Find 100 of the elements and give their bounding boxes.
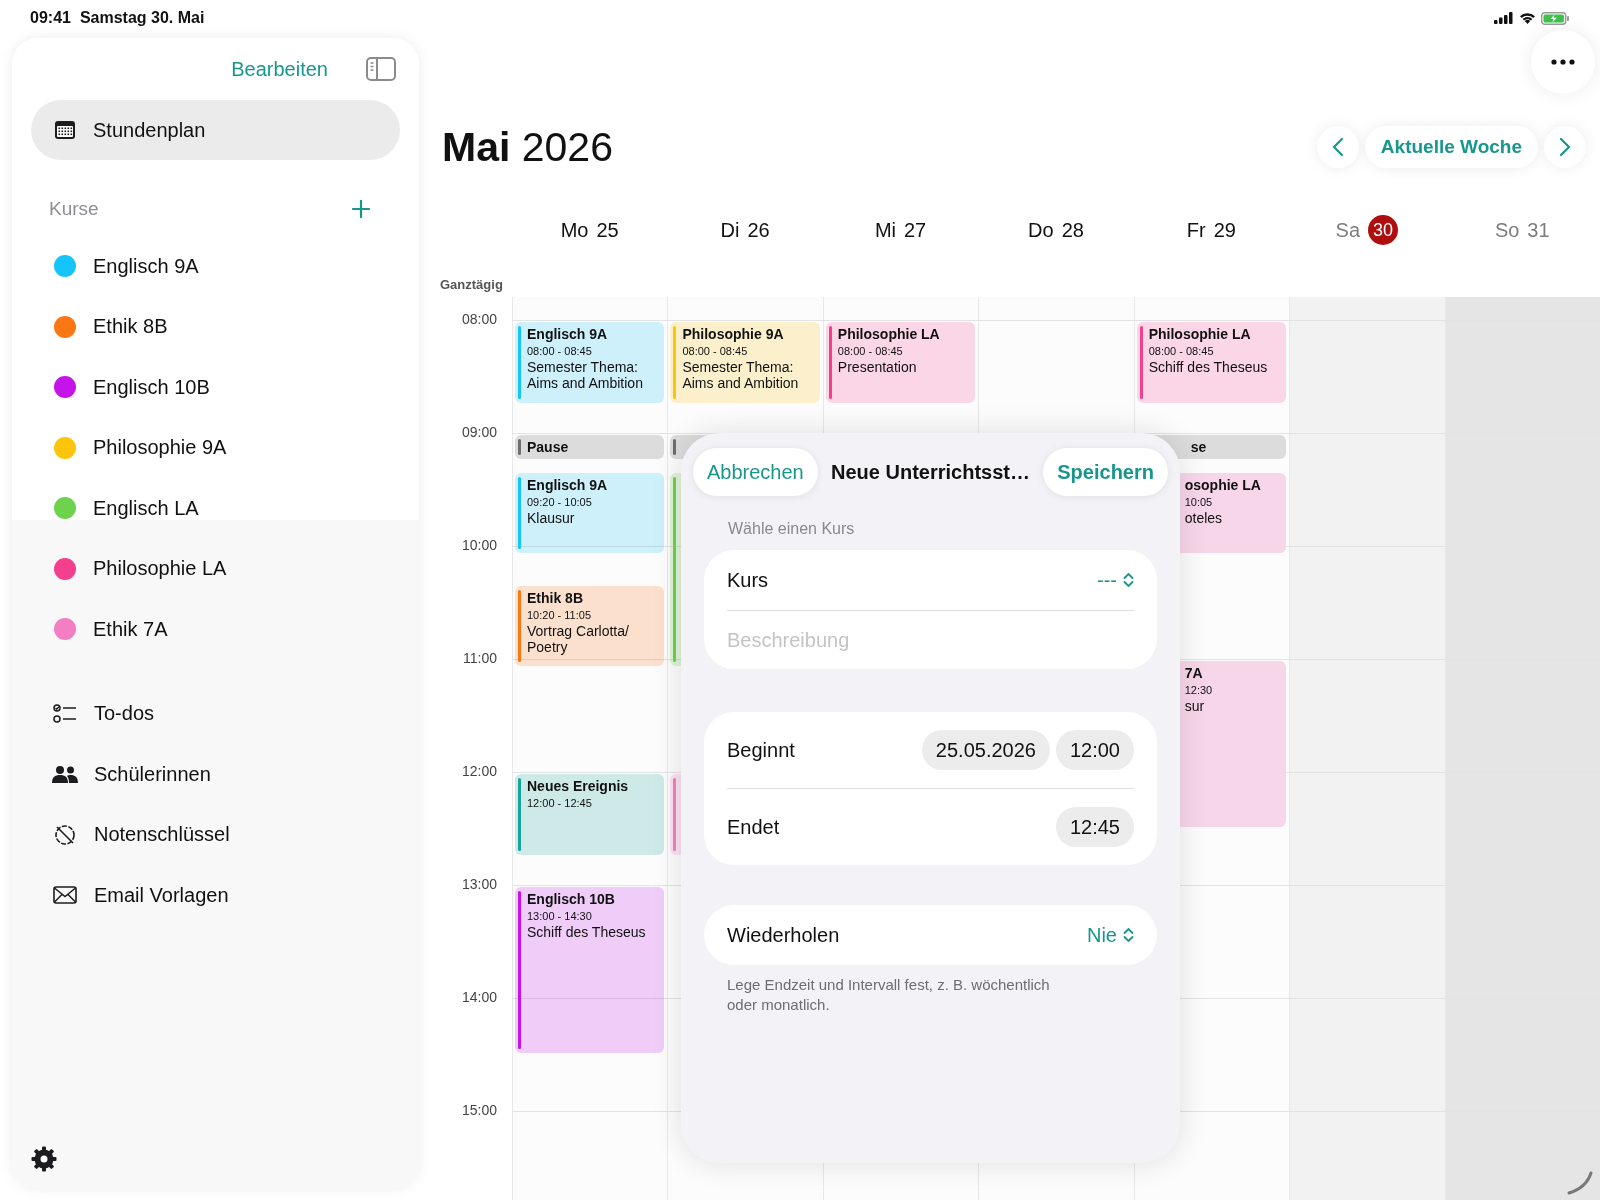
resize-handle-icon[interactable] <box>1566 1170 1594 1196</box>
time-picker[interactable]: 12:45 <box>1055 807 1134 847</box>
ellipsis-icon <box>1551 59 1575 65</box>
course-name: Philosophie LA <box>93 557 227 581</box>
all-day-label: Ganztägig <box>440 277 503 292</box>
course-item[interactable]: Philosophie 9A <box>31 417 400 478</box>
event-note: Semester Thema: Aims and Ambition <box>527 359 644 391</box>
event-time: 10:05 <box>1184 494 1214 510</box>
course-name: Englisch 9A <box>93 254 199 278</box>
hour-label: 15:00 <box>461 1102 497 1118</box>
wifi-icon <box>1519 12 1536 24</box>
event-time: 08:00 - 08:45 <box>1148 344 1215 359</box>
repeat-picker[interactable]: Nie <box>1087 923 1134 947</box>
chevron-right-icon <box>1559 137 1571 157</box>
course-item[interactable]: Englisch 10B <box>31 357 400 418</box>
course-item[interactable]: Philosophie LA <box>31 538 400 599</box>
day-header: Fr <box>1186 218 1206 242</box>
event-time: 08:00 - 08:45 <box>527 344 593 359</box>
time-picker[interactable]: 12:00 <box>1055 730 1134 770</box>
event-time: 12:00 - 12:45 <box>527 796 593 811</box>
edit-button[interactable]: Bearbeiten <box>231 57 328 81</box>
nav-item[interactable]: Schülerinnen <box>31 744 400 805</box>
event-title: osophie LA <box>1184 476 1261 494</box>
hour-label: 09:00 <box>461 424 497 440</box>
nav-item[interactable]: Email Vorlagen <box>31 865 400 926</box>
course-item[interactable]: Englisch LA <box>31 478 400 539</box>
dialog-title: Neue Unterrichtsst… <box>831 460 1030 484</box>
section-label: Wähle einen Kurs <box>728 520 856 538</box>
event-block[interactable]: Philosophie 9A 08:00 - 08:45 Semester Thema: Aims and Ambition <box>670 322 820 403</box>
event-note: Presentation <box>837 359 918 375</box>
status-date: Samstag 30. Mai <box>79 9 205 27</box>
badge-slash-icon <box>52 823 78 846</box>
day-header: Di <box>720 218 740 242</box>
event-title: Ethik 8B <box>527 589 584 607</box>
course-name: Englisch 10B <box>93 375 210 399</box>
save-button[interactable]: Speichern <box>1043 448 1168 496</box>
event-note: Semester Thema: Aims and Ambition <box>682 359 800 391</box>
day-header: Mo <box>560 218 589 242</box>
event-title: Philosophie LA <box>837 326 940 343</box>
course-picker[interactable]: --- <box>1097 568 1134 592</box>
event-title: Pause <box>527 439 569 456</box>
day-date: 29 <box>1213 218 1236 242</box>
event-block[interactable]: Philosophie LA 08:00 - 08:45 Schiff des Theseus <box>1136 322 1287 403</box>
chevron-left-icon <box>1331 137 1344 157</box>
current-week-button[interactable]: Aktuelle Woche <box>1364 126 1538 168</box>
course-item[interactable]: Ethik 8B <box>31 296 400 357</box>
event-note: Vortrag Carlotta/ Poetry <box>527 622 630 655</box>
break-bar <box>673 439 677 455</box>
add-icon[interactable] <box>352 200 370 218</box>
field-label: Beginnt <box>727 738 795 762</box>
status-time: 09:41 <box>30 9 71 27</box>
event-time: 08:00 - 08:45 <box>837 344 904 359</box>
event-title: Philosophie LA <box>1148 326 1252 343</box>
event-block[interactable]: Philosophie LA 08:00 - 08:45 Presentation <box>825 322 976 403</box>
course-name: Ethik 7A <box>93 617 168 641</box>
hour-label: 08:00 <box>461 311 497 327</box>
day-date: 26 <box>747 218 770 242</box>
nav-item[interactable]: Notenschlüssel <box>31 804 400 865</box>
event-block[interactable]: Englisch 9A 08:00 - 08:45 Semester Thema: Aims and Ambition <box>515 322 665 403</box>
settings-icon[interactable] <box>31 1146 57 1172</box>
previous-week-button[interactable] <box>1316 126 1359 168</box>
day-header: Do <box>1028 218 1054 242</box>
course-item[interactable]: Englisch 9A <box>31 236 400 297</box>
course-name: Ethik 8B <box>93 315 168 339</box>
event-note: sur <box>1184 698 1206 714</box>
day-date: 28 <box>1061 218 1084 242</box>
day-date: 27 <box>904 218 927 242</box>
schedule-item[interactable]: Stundenplan <box>31 100 400 160</box>
signal-icon <box>1494 12 1514 24</box>
event-title: 7A <box>1184 665 1204 682</box>
hour-label: 12:00 <box>461 763 497 779</box>
next-week-button[interactable] <box>1544 126 1586 168</box>
event-block[interactable]: Englisch 10B 13:00 - 14:30 Schiff des Theseus <box>515 887 665 1053</box>
day-header: So <box>1494 218 1520 242</box>
checklist-icon <box>52 703 78 724</box>
event-title: se <box>1190 439 1207 456</box>
event-note: Schiff des Theseus <box>1148 359 1268 375</box>
event-title: Philosophie 9A <box>682 326 785 343</box>
sidebar-toggle-icon[interactable] <box>366 57 396 81</box>
event-title: Englisch 9A <box>527 326 609 343</box>
event-title: Neues Ereignis <box>527 778 629 795</box>
nav-item[interactable]: To-dos <box>31 683 400 744</box>
help-text: Lege Endzeit und Intervall fest, z. B. wöchentlich oder monatlich. <box>727 975 1051 1015</box>
course-item[interactable]: Ethik 7A <box>31 599 400 660</box>
event-block[interactable]: Ethik 8B 10:20 - 11:05 Vortrag Carlotta/ Poetry <box>515 585 665 667</box>
calendar-icon <box>55 121 75 139</box>
date-picker[interactable]: 25.05.2026 <box>921 730 1050 770</box>
break-block[interactable]: Pause <box>515 435 665 460</box>
event-time: 08:00 - 08:45 <box>682 344 749 359</box>
event-block[interactable]: Englisch 9A 09:20 - 10:05 Klausur <box>515 472 665 554</box>
day-date: 25 <box>596 218 619 242</box>
day-header: Sa <box>1335 218 1361 242</box>
mail-icon <box>52 886 78 905</box>
event-note: Klausur <box>527 509 576 526</box>
up-down-chevron-icon <box>1123 927 1134 943</box>
up-down-chevron-icon <box>1123 572 1134 588</box>
event-block[interactable]: Neues Ereignis 12:00 - 12:45 <box>515 774 665 855</box>
event-note: oteles <box>1184 509 1224 526</box>
cancel-button[interactable]: Abbrechen <box>693 448 818 496</box>
day-header: Mi <box>874 218 896 242</box>
